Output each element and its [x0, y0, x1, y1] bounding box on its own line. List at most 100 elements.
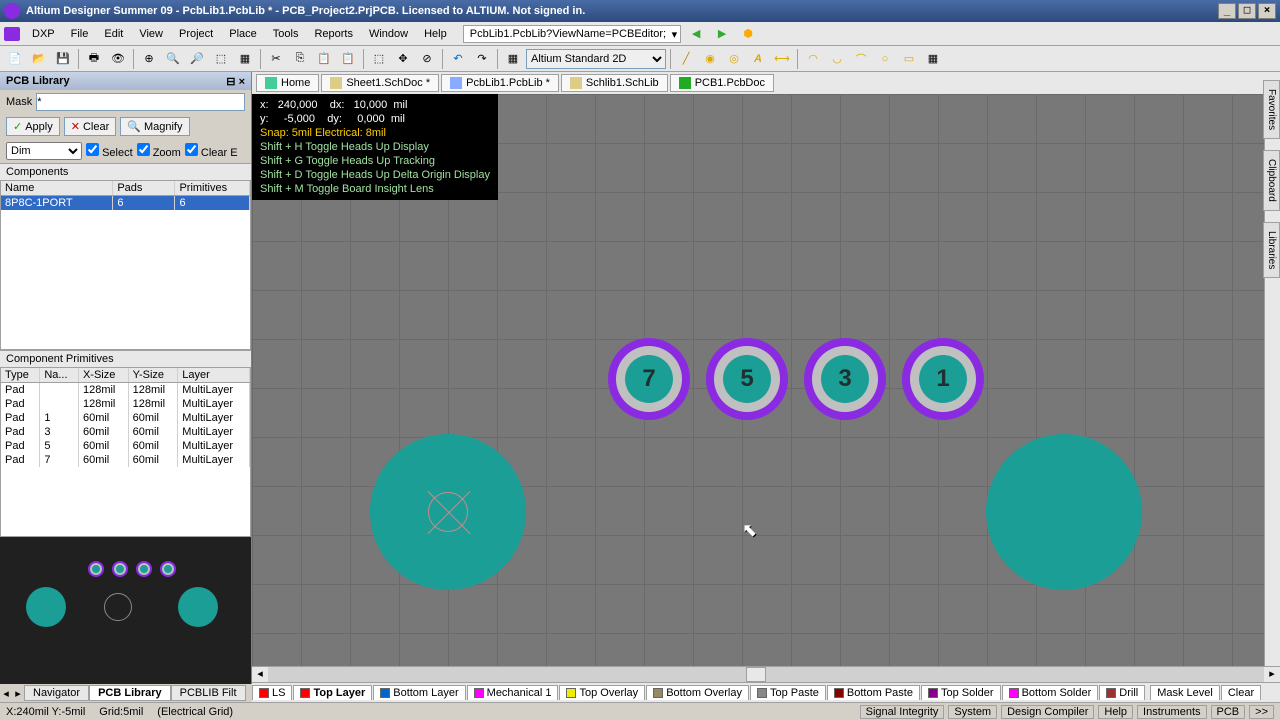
array-icon[interactable]: ▦ — [922, 48, 944, 70]
col-ysize[interactable]: Y-Size — [128, 368, 178, 383]
components-table[interactable]: Name Pads Primitives 8P8C-1PORT 6 6 — [0, 180, 251, 350]
layer-tab[interactable]: Top Layer — [293, 685, 372, 700]
tab-pcbdoc[interactable]: PCB1.PcbDoc — [670, 74, 774, 92]
arc1-icon[interactable]: ◠ — [802, 48, 824, 70]
apply-button[interactable]: ✓Apply — [6, 117, 60, 136]
panel-close-icon[interactable]: × — [239, 76, 245, 88]
maximize-button[interactable]: □ — [1238, 3, 1256, 19]
copy-button[interactable]: ⎘ — [289, 48, 311, 70]
arc3-icon[interactable]: ⌒ — [850, 48, 872, 70]
col-pads[interactable]: Pads — [113, 181, 175, 196]
tab-home[interactable]: Home — [256, 74, 319, 92]
layer-tab[interactable]: Bottom Layer — [373, 685, 465, 700]
print-button[interactable]: 🖶 — [83, 48, 105, 70]
tab-nav-left-icon[interactable]: ◂ — [0, 687, 12, 700]
view-name-combo[interactable]: PcbLib1.PcbLib?ViewName=PCBEditor; — [463, 25, 681, 43]
minimize-button[interactable]: _ — [1218, 3, 1236, 19]
layer-tab[interactable]: Mechanical 1 — [467, 685, 559, 700]
magnify-button[interactable]: 🔍Magnify — [120, 117, 189, 136]
footprint-pad[interactable]: 3 — [804, 338, 886, 420]
status-button[interactable]: Design Compiler — [1001, 705, 1094, 719]
cut-button[interactable]: ✂ — [265, 48, 287, 70]
layer-tab[interactable]: Bottom Overlay — [646, 685, 749, 700]
status-button[interactable]: System — [948, 705, 997, 719]
fill-icon[interactable]: ▭ — [898, 48, 920, 70]
preview-button[interactable]: 👁 — [107, 48, 129, 70]
menu-dxp[interactable]: DXP — [24, 25, 63, 43]
zoom-out-button[interactable]: 🔎 — [186, 48, 208, 70]
open-button[interactable]: 📂 — [28, 48, 50, 70]
table-row[interactable]: Pad360mil60milMultiLayer — [1, 425, 250, 439]
place-string-icon[interactable]: A — [747, 48, 769, 70]
table-row[interactable]: Pad560mil60milMultiLayer — [1, 439, 250, 453]
nav-fwd-icon[interactable]: ▶ — [711, 23, 733, 45]
pcblib-filter-tab[interactable]: PCBLIB Filt — [171, 685, 246, 701]
layer-tab[interactable]: Top Solder — [921, 685, 1001, 700]
menu-project[interactable]: Project — [171, 25, 221, 43]
zoom-area-button[interactable]: ⬚ — [210, 48, 232, 70]
table-row[interactable]: Pad160mil60milMultiLayer — [1, 411, 250, 425]
menu-edit[interactable]: Edit — [96, 25, 131, 43]
big-pad-right[interactable] — [986, 434, 1142, 590]
status-button[interactable]: PCB — [1211, 705, 1246, 719]
move-button[interactable]: ✥ — [392, 48, 414, 70]
col-name[interactable]: Name — [1, 181, 113, 196]
mask-button[interactable]: Mask Level — [1150, 685, 1220, 700]
table-row[interactable]: Pad760mil60milMultiLayer — [1, 453, 250, 467]
footprint-pad[interactable]: 1 — [902, 338, 984, 420]
menu-place[interactable]: Place — [221, 25, 265, 43]
menu-window[interactable]: Window — [361, 25, 416, 43]
col-primitives[interactable]: Primitives — [175, 181, 250, 196]
footprint-pad[interactable]: 7 — [608, 338, 690, 420]
pcb-library-tab[interactable]: PCB Library — [89, 685, 171, 701]
tab-sheet[interactable]: Sheet1.SchDoc * — [321, 74, 439, 92]
favorites-tab[interactable]: Favorites — [1263, 80, 1280, 139]
menu-view[interactable]: View — [131, 25, 171, 43]
layer-tab[interactable]: Bottom Solder — [1002, 685, 1099, 700]
undo-button[interactable]: ↶ — [447, 48, 469, 70]
paste-button[interactable]: 📋 — [313, 48, 335, 70]
big-pad-left[interactable] — [370, 434, 526, 590]
layer-tab[interactable]: Bottom Paste — [827, 685, 920, 700]
panel-pin-icon[interactable]: ⊟ — [226, 76, 235, 88]
nav-home-icon[interactable]: ⬢ — [737, 23, 759, 45]
place-pad-icon[interactable]: ◉ — [699, 48, 721, 70]
navigator-tab[interactable]: Navigator — [24, 685, 89, 701]
layer-tab[interactable]: Top Overlay — [559, 685, 645, 700]
libraries-tab[interactable]: Libraries — [1263, 222, 1280, 278]
close-button[interactable]: × — [1258, 3, 1276, 19]
display-mode-select[interactable]: Altium Standard 2D — [526, 49, 666, 69]
paste-special-button[interactable]: 📋 — [337, 48, 359, 70]
footprint-pad[interactable]: 5 — [706, 338, 788, 420]
circle-icon[interactable]: ○ — [874, 48, 896, 70]
clear-button[interactable]: ✕Clear — [64, 117, 117, 136]
grid-button[interactable]: ▦ — [502, 48, 524, 70]
select-button[interactable]: ⬚ — [368, 48, 390, 70]
menu-help[interactable]: Help — [416, 25, 455, 43]
clear-checkbox[interactable]: Clear E — [185, 143, 238, 159]
menu-reports[interactable]: Reports — [306, 25, 361, 43]
tab-pcblib[interactable]: PcbLib1.PcbLib * — [441, 74, 559, 92]
menu-tools[interactable]: Tools — [265, 25, 307, 43]
table-row[interactable]: 8P8C-1PORT 6 6 — [1, 196, 250, 211]
status-button[interactable]: Help — [1098, 705, 1133, 719]
status-button[interactable]: Instruments — [1137, 705, 1206, 719]
col-xsize[interactable]: X-Size — [78, 368, 128, 383]
deselect-button[interactable]: ⊘ — [416, 48, 438, 70]
zoom-select-button[interactable]: ▦ — [234, 48, 256, 70]
tab-schlib[interactable]: Schlib1.SchLib — [561, 74, 668, 92]
status-button[interactable]: >> — [1249, 705, 1274, 719]
save-button[interactable]: 💾 — [52, 48, 74, 70]
pcb-canvas[interactable]: x: 240,000 dx: 10,000 mil y: -5,000 dy: … — [252, 94, 1264, 666]
horizontal-scrollbar[interactable]: ◂ ▸ — [252, 666, 1280, 682]
place-dimension-icon[interactable]: ⟷ — [771, 48, 793, 70]
place-via-icon[interactable]: ◎ — [723, 48, 745, 70]
zoom-in-button[interactable]: 🔍 — [162, 48, 184, 70]
menu-file[interactable]: File — [63, 25, 97, 43]
layer-tab[interactable]: Drill — [1099, 685, 1145, 700]
redo-button[interactable]: ↷ — [471, 48, 493, 70]
col-name2[interactable]: Na... — [40, 368, 79, 383]
dim-select[interactable]: Dim — [6, 142, 82, 160]
clipboard-tab[interactable]: Clipboard — [1263, 150, 1280, 211]
nav-back-icon[interactable]: ◀ — [685, 23, 707, 45]
